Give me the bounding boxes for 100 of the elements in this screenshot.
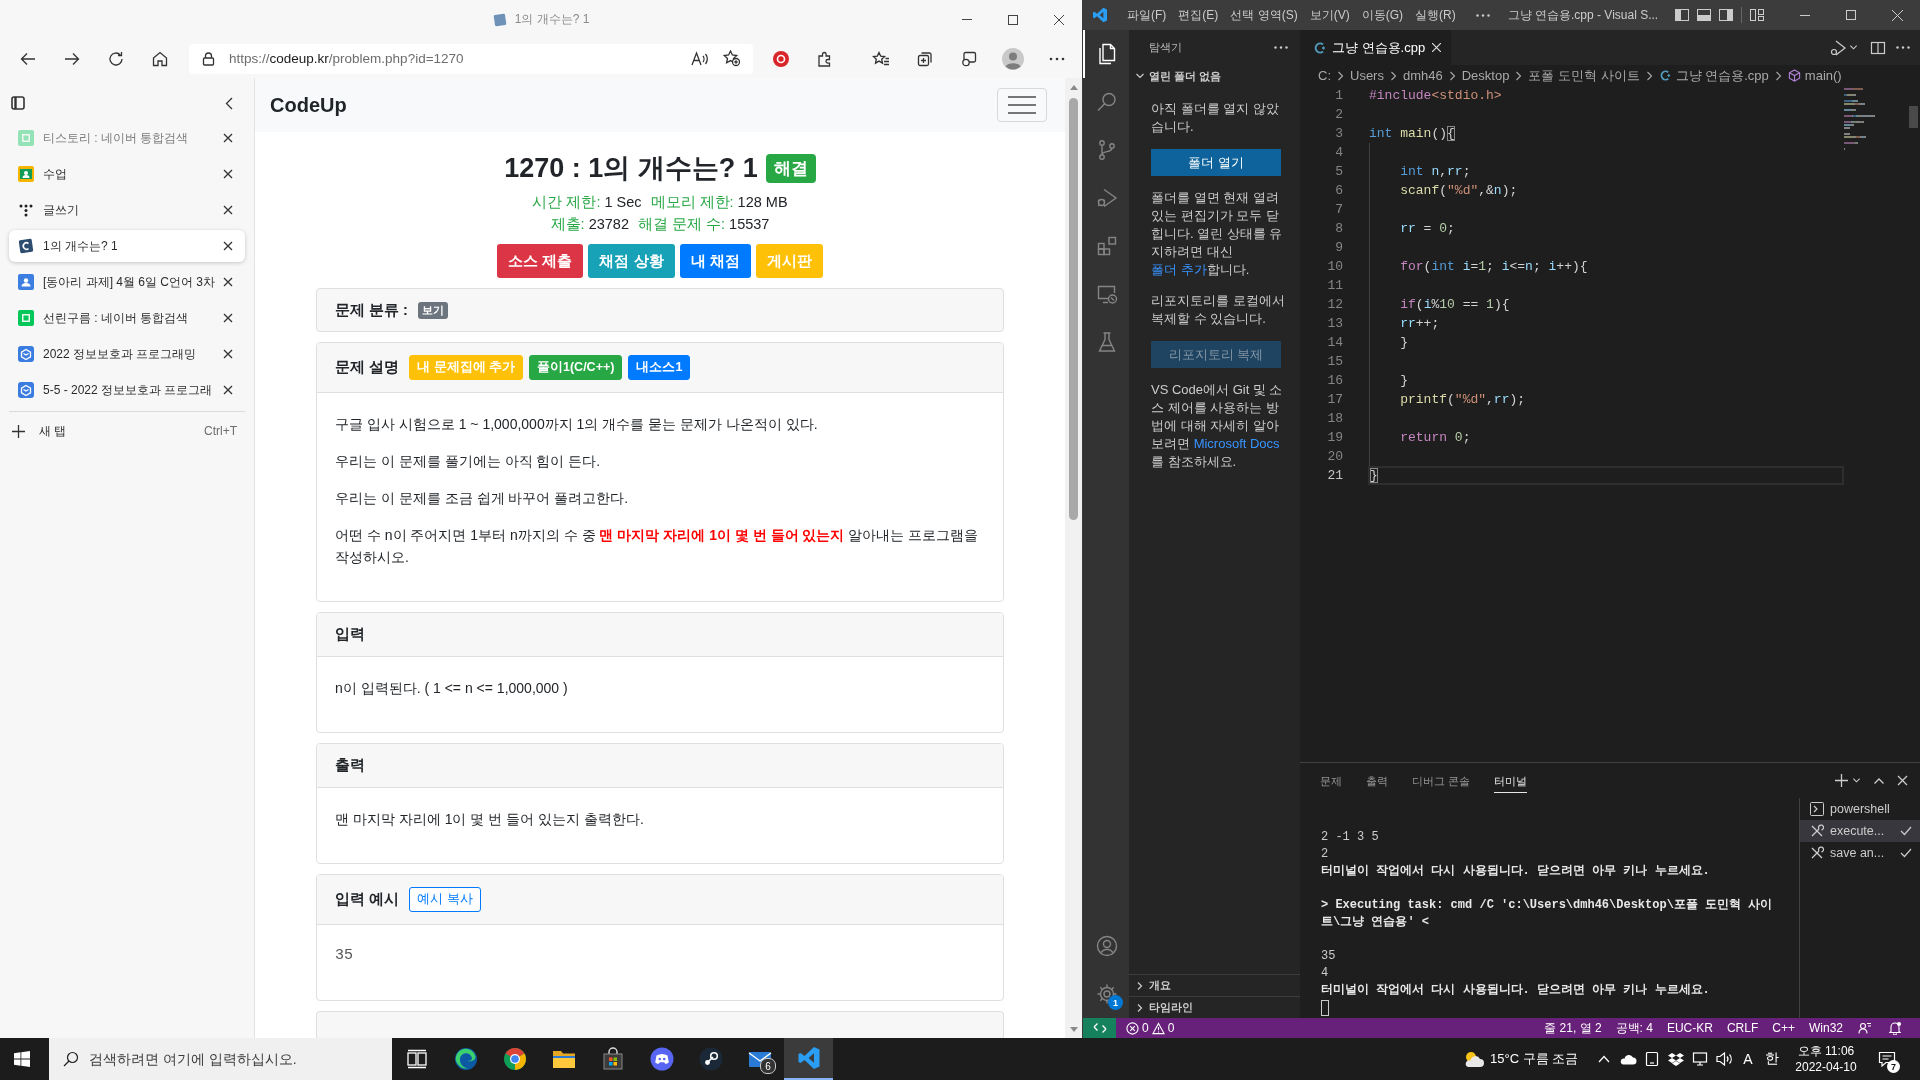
close-icon[interactable] — [223, 385, 233, 395]
close-icon[interactable] — [223, 169, 233, 179]
panel-tab[interactable]: 터미널 — [1494, 768, 1528, 793]
close-icon[interactable] — [1054, 14, 1064, 25]
sidebar-left-icon[interactable] — [1674, 7, 1690, 23]
more-icon[interactable] — [1049, 56, 1065, 61]
more-icon[interactable] — [1274, 46, 1288, 49]
close-icon[interactable] — [223, 349, 233, 359]
panel-tab[interactable]: 디버그 콘솔 — [1412, 768, 1471, 793]
editor-tab[interactable]: 그냥 연습용.cpp — [1300, 30, 1451, 65]
breadcrumb-item[interactable]: 포폴 도민혁 사이트 — [1528, 66, 1640, 85]
weather-widget[interactable]: 15°C 구름 조금 — [1456, 1050, 1592, 1068]
favorite-add-icon[interactable] — [723, 50, 741, 67]
window-icon[interactable] — [961, 50, 977, 67]
scrollbar-thumb[interactable] — [1909, 106, 1918, 128]
ring-logo-icon[interactable] — [773, 50, 789, 67]
ribbon-logo-icon[interactable] — [796, 1046, 821, 1070]
site-logo[interactable]: CodeUp — [270, 93, 347, 117]
minimize-icon[interactable] — [1800, 14, 1810, 16]
plus-icon[interactable] — [1835, 774, 1848, 787]
menu-icon[interactable] — [1008, 95, 1036, 115]
chevron-right-icon[interactable] — [1135, 980, 1145, 991]
breadcrumb-item[interactable]: dmh46 — [1402, 68, 1443, 83]
close-icon[interactable] — [223, 205, 233, 215]
account-icon[interactable] — [1095, 934, 1119, 958]
panel-bottom-icon[interactable] — [1696, 7, 1712, 23]
folder-icon[interactable] — [551, 1048, 576, 1070]
breadcrumb-item[interactable]: Users — [1350, 68, 1384, 83]
swirl-icon[interactable] — [453, 1047, 478, 1071]
new-tab-button[interactable]: 새 탭 Ctrl+T — [0, 413, 254, 449]
address-field[interactable]: https://codeup.kr/problem.php?id=1270 — [189, 43, 753, 74]
browser-tab[interactable]: [동아리 과제] 4월 6일 C언어 3차 — [9, 266, 245, 298]
bell-icon[interactable] — [1888, 1021, 1902, 1035]
menu-item[interactable]: 이동(G) — [1355, 6, 1409, 24]
diamond-icon[interactable] — [1668, 1052, 1684, 1066]
more-icon[interactable] — [1475, 13, 1490, 17]
menu-button[interactable] — [997, 88, 1047, 122]
play-bug-icon[interactable] — [1829, 38, 1847, 57]
close-icon[interactable] — [223, 241, 233, 251]
close-icon[interactable] — [223, 313, 233, 323]
read-aloud-icon[interactable] — [691, 50, 709, 67]
collapse-icon[interactable] — [225, 96, 233, 110]
panel-tab[interactable]: 출력 — [1366, 768, 1388, 793]
forward-arrow-icon[interactable] — [64, 50, 80, 67]
browser-tab[interactable]: 수업 — [9, 158, 245, 190]
tricolor-circle-icon[interactable] — [502, 1047, 527, 1071]
card-button[interactable]: 예시 복사 — [409, 887, 481, 912]
action-button[interactable]: 소스 제출 — [497, 244, 584, 278]
favorites-icon[interactable] — [872, 50, 890, 67]
maximize-icon[interactable] — [1008, 14, 1018, 25]
action-button[interactable]: 내 채점 — [679, 244, 751, 278]
chevron-down-icon[interactable] — [1852, 776, 1861, 785]
terminal-session[interactable]: powershell — [1800, 798, 1920, 820]
problems-button[interactable]: 0 0 — [1126, 1021, 1175, 1035]
input-mode-indicator[interactable]: A — [1736, 1051, 1760, 1067]
layout-icon[interactable] — [1749, 7, 1765, 23]
browser-tab[interactable]: 티스토리 : 네이버 통합검색 — [9, 122, 245, 154]
back-arrow-icon[interactable] — [20, 50, 36, 67]
menu-item[interactable]: 실행(R) — [1409, 6, 1462, 24]
scroll-up-icon[interactable] — [1069, 85, 1078, 90]
blocks-icon[interactable] — [1095, 234, 1119, 258]
section-header[interactable]: 열린 폴더 없음 — [1129, 65, 1300, 87]
chevron-down-icon[interactable] — [1135, 71, 1145, 81]
flask-icon[interactable] — [1095, 330, 1119, 354]
home-icon[interactable] — [152, 50, 168, 67]
network-icon[interactable] — [1692, 1052, 1708, 1066]
linked-circles-icon[interactable] — [698, 1047, 723, 1071]
refresh-icon[interactable] — [108, 50, 124, 67]
section-header[interactable]: 개요 — [1129, 974, 1300, 996]
chevron-down-icon[interactable] — [1849, 43, 1858, 52]
menu-item[interactable]: 편집(E) — [1172, 6, 1225, 24]
sidebar-button[interactable]: 폴더 열기 — [1151, 149, 1281, 176]
search-icon[interactable] — [1095, 90, 1119, 114]
breadcrumb-item[interactable]: main() — [1804, 68, 1842, 83]
chevron-right-icon[interactable] — [1135, 1002, 1145, 1013]
breadcrumb-item[interactable]: Desktop — [1461, 68, 1510, 83]
tablet-icon[interactable] — [1645, 1051, 1659, 1067]
browser-tab[interactable]: 선린구름 : 네이버 통합검색 — [9, 302, 245, 334]
clock-button[interactable]: 오후 11:06 2022-04-10 — [1784, 1043, 1868, 1075]
browser-tab[interactable]: 5-5 - 2022 정보보호과 프로그래 — [9, 374, 245, 406]
status-item[interactable]: 줄 21, 열 2 — [1537, 1019, 1609, 1037]
remote-icon[interactable] — [1092, 1021, 1107, 1035]
terminal-session[interactable]: save an... — [1800, 842, 1920, 864]
settings-icon[interactable] — [1095, 982, 1119, 1006]
panel-tab[interactable]: 문제 — [1320, 768, 1342, 793]
terminal-session[interactable]: execute... — [1800, 820, 1920, 842]
tab-panel-icon[interactable] — [11, 96, 25, 110]
shopping-bag-icon[interactable] — [600, 1047, 625, 1071]
split-editor-icon[interactable] — [1870, 39, 1886, 56]
card-button[interactable]: 내소스1 — [628, 355, 691, 380]
sidebar-right-icon[interactable] — [1718, 7, 1734, 23]
search-field[interactable]: 검색하려면 여기에 입력하십시오. — [49, 1038, 392, 1080]
taskbar-button[interactable]: 6 — [735, 1038, 784, 1080]
browser-tab[interactable]: 2022 정보보호과 프로그래밍 — [9, 338, 245, 370]
breadcrumb-item[interactable]: C: — [1318, 68, 1331, 83]
ribbon-logo-icon[interactable] — [1092, 7, 1108, 23]
chevron-up-icon[interactable] — [1598, 1055, 1610, 1063]
browser-tab[interactable]: 1의 개수는? 1 — [9, 230, 245, 262]
menu-item[interactable]: 선택 영역(S) — [1224, 6, 1304, 24]
scroll-down-icon[interactable] — [1069, 1027, 1078, 1032]
